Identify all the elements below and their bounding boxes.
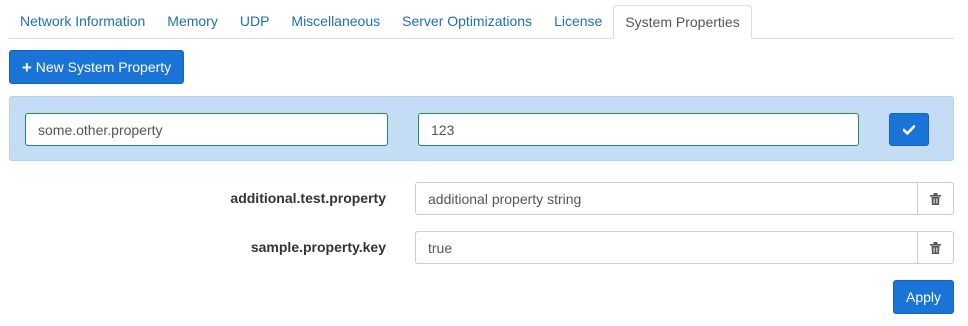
check-icon [903,124,915,135]
property-key-label: additional.test.property [230,190,386,206]
new-property-key-input[interactable] [25,113,388,146]
new-property-value-input[interactable] [418,113,859,146]
new-system-property-label: New System Property [35,59,172,75]
trash-icon [930,192,941,205]
plus-icon: + [21,57,32,77]
property-value-input[interactable] [415,182,918,215]
tab-udp[interactable]: UDP [229,5,281,37]
tab-label: UDP [239,13,270,29]
property-value-input[interactable] [415,231,918,264]
tab-label: Memory [167,13,218,29]
tab-network-information[interactable]: Network Information [9,5,156,37]
trash-icon [930,241,941,254]
tab-label: License [554,13,603,29]
confirm-new-property-button[interactable] [889,113,929,146]
apply-button[interactable]: Apply [893,280,954,314]
delete-property-button[interactable] [917,182,954,215]
tab-label: System Properties [625,14,740,30]
tab-label: Network Information [20,13,146,29]
new-system-property-button[interactable]: + New System Property [9,50,184,84]
new-property-panel [9,96,954,161]
delete-property-button[interactable] [917,231,954,264]
property-row: additional.test.property [9,182,954,215]
tab-memory[interactable]: Memory [156,5,229,37]
tab-system-properties[interactable]: System Properties [613,5,752,39]
tab-server-optimizations[interactable]: Server Optimizations [391,5,543,37]
property-row: sample.property.key [9,231,954,264]
property-key-label: sample.property.key [250,239,386,255]
tab-label: Miscellaneous [291,13,381,29]
tab-bar: Network Information Memory UDP Miscellan… [9,5,954,39]
tab-label: Server Optimizations [402,13,533,29]
tab-license[interactable]: License [543,5,613,37]
tab-miscellaneous[interactable]: Miscellaneous [280,5,391,37]
